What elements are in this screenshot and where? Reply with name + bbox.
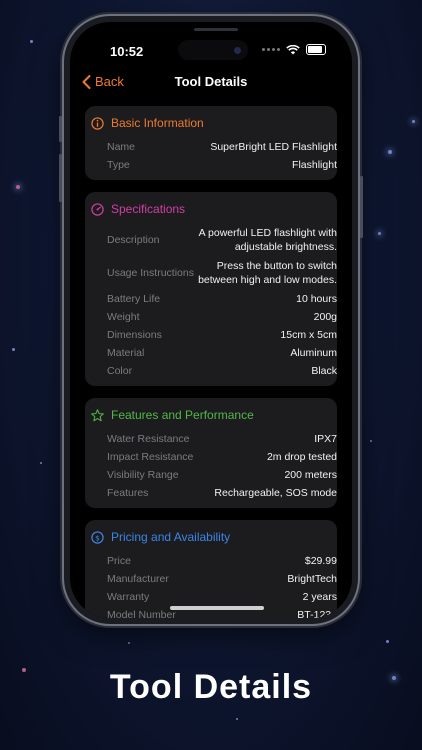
detail-row: Features Rechargeable, SOS mode — [85, 484, 337, 502]
detail-row: Description A powerful LED flashlight wit… — [85, 224, 337, 257]
detail-label: Type — [107, 159, 130, 171]
background-star — [128, 642, 130, 644]
detail-label: Weight — [107, 311, 140, 323]
background-star — [412, 120, 415, 123]
home-indicator — [170, 606, 264, 610]
specifications-section: Specifications Description A powerful LED… — [85, 192, 337, 386]
detail-row: Impact Resistance 2m drop tested — [85, 448, 337, 466]
detail-value: Black — [311, 365, 337, 377]
status-time: 10:52 — [110, 44, 144, 59]
detail-value: SuperBright LED Flashlight — [210, 141, 337, 153]
background-star — [40, 462, 42, 464]
background-star — [388, 150, 392, 154]
info-icon — [91, 116, 104, 130]
detail-value: Flashlight — [292, 159, 337, 171]
detail-value: A powerful LED flashlight with adjustabl… — [198, 227, 337, 253]
section-title: Features and Performance — [111, 408, 254, 422]
camera-icon — [234, 47, 241, 54]
detail-label: Name — [107, 141, 136, 153]
pricing-availability-section: $ Pricing and Availability Price $29.99 Ma… — [85, 520, 337, 618]
navigation-bar: Back Tool Details — [70, 74, 352, 96]
section-title: Pricing and Availability — [111, 530, 231, 544]
detail-row: Water Resistance IPX7 — [85, 430, 337, 448]
detail-label: Impact Resistance — [107, 451, 194, 463]
background-star — [386, 640, 389, 643]
detail-label: Color — [107, 365, 133, 377]
detail-row: Warranty 2 years — [85, 588, 337, 606]
detail-label: Price — [107, 555, 131, 567]
section-header: Basic Information — [85, 112, 337, 134]
star-icon — [91, 408, 104, 421]
page-title: Tool Details — [174, 74, 248, 89]
basic-information-section: Basic Information Name SuperBright LED Fl… — [85, 106, 337, 180]
detail-label: Model Number — [107, 609, 176, 618]
detail-value: $29.99 — [304, 555, 337, 567]
detail-row: Manufacturer BrightTech — [85, 570, 337, 588]
detail-value: 2m drop tested — [266, 451, 337, 463]
detail-value: Aluminum — [290, 347, 337, 359]
detail-row: Weight 200g — [85, 308, 337, 326]
wifi-icon — [286, 44, 300, 54]
detail-label: Material — [107, 347, 145, 359]
background-star — [16, 185, 20, 189]
detail-label: Dimensions — [107, 329, 162, 341]
detail-row: Battery Life 10 hours — [85, 290, 337, 308]
detail-value: Rechargeable, SOS mode — [214, 487, 337, 499]
detail-value: Press the button to switch between high … — [198, 260, 337, 286]
background-star — [236, 718, 238, 720]
phone-screen: 10:52 Back Tool Details Basic Informatio… — [70, 22, 352, 618]
detail-label: Features — [107, 487, 149, 499]
battery-icon — [306, 44, 326, 55]
detail-row: Usage Instructions Press the button to sw… — [85, 257, 337, 290]
side-button — [59, 116, 62, 142]
detail-value: 200 meters — [284, 469, 337, 481]
detail-row: Price $29.99 — [85, 552, 337, 570]
detail-label: Usage Instructions — [107, 267, 194, 279]
detail-value: 200g — [313, 311, 337, 323]
dollar-icon: $ — [91, 530, 104, 544]
section-header: Features and Performance — [85, 404, 337, 426]
details-list[interactable]: Basic Information Name SuperBright LED Fl… — [85, 106, 337, 618]
status-bar: 10:52 — [70, 22, 352, 62]
section-header: $ Pricing and Availability — [85, 526, 337, 548]
detail-label: Water Resistance — [107, 433, 190, 445]
detail-label: Visibility Range — [107, 469, 179, 481]
detail-value: BT-1234 — [297, 609, 337, 618]
section-header: Specifications — [85, 198, 337, 220]
signal-icon — [262, 48, 280, 51]
detail-label: Warranty — [107, 591, 150, 603]
status-icons — [262, 44, 326, 55]
detail-row: Dimensions 15cm x 5cm — [85, 326, 337, 344]
detail-value: 10 hours — [296, 293, 337, 305]
phone-frame: 10:52 Back Tool Details Basic Informatio… — [59, 16, 363, 624]
background-star — [378, 232, 381, 235]
gauge-icon — [91, 202, 104, 216]
detail-value: 15cm x 5cm — [280, 329, 337, 341]
detail-label: Battery Life — [107, 293, 161, 305]
detail-row: Visibility Range 200 meters — [85, 466, 337, 484]
features-performance-section: Features and Performance Water Resistanc… — [85, 398, 337, 508]
section-title: Basic Information — [111, 116, 204, 130]
background-star — [30, 40, 33, 43]
detail-row: Color Black — [85, 362, 337, 380]
side-button — [59, 154, 62, 202]
detail-label: Description — [107, 234, 160, 246]
svg-text:$: $ — [95, 533, 100, 542]
detail-row: Material Aluminum — [85, 344, 337, 362]
detail-row: Name SuperBright LED Flashlight — [85, 138, 337, 156]
detail-value: IPX7 — [314, 433, 337, 445]
detail-value: 2 years — [302, 591, 337, 603]
detail-row: Type Flashlight — [85, 156, 337, 174]
promo-caption: Tool Details — [109, 668, 313, 706]
detail-value: BrightTech — [287, 573, 337, 585]
background-star — [12, 348, 15, 351]
side-button — [360, 176, 363, 238]
section-title: Specifications — [111, 202, 186, 216]
background-star — [370, 440, 372, 442]
detail-label: Manufacturer — [107, 573, 169, 585]
